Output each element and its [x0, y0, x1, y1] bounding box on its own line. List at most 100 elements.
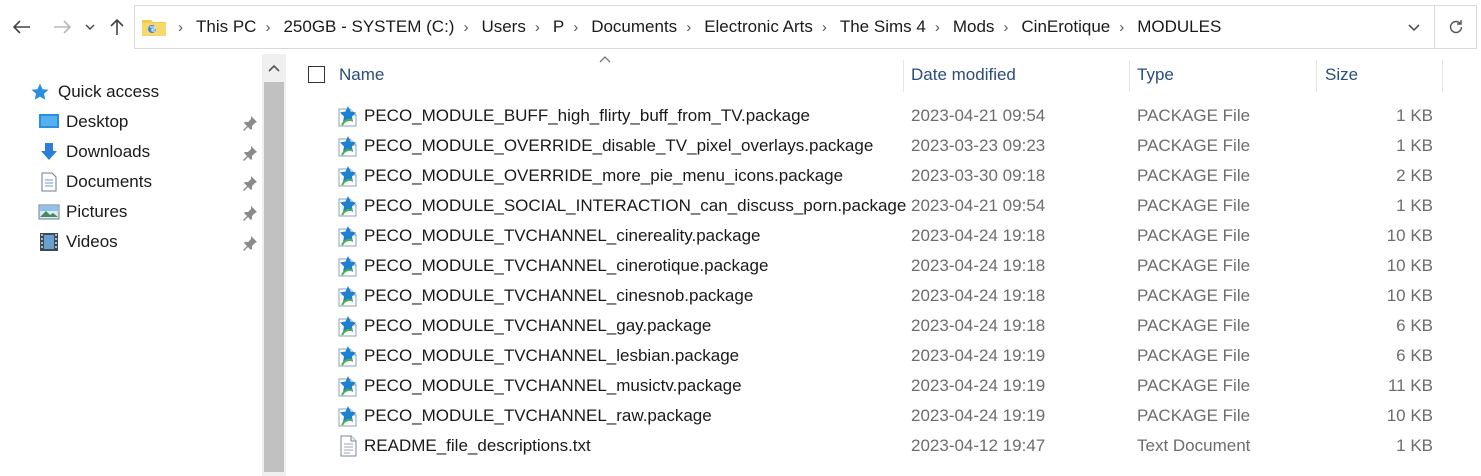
column-divider[interactable] [1129, 60, 1130, 92]
file-row[interactable]: PECO_MODULE_TVCHANNEL_musictv.package 20… [290, 371, 1481, 401]
file-row[interactable]: PECO_MODULE_TVCHANNEL_cinerotique.packag… [290, 251, 1481, 281]
file-type: PACKAGE File [1137, 226, 1251, 245]
nav-label: Videos [66, 232, 118, 251]
nav-item-documents[interactable]: Documents [38, 167, 152, 197]
nav-item-downloads[interactable]: Downloads [38, 137, 150, 167]
folder-icon [139, 12, 169, 42]
breadcrumb-item[interactable]: Electronic Arts [704, 17, 813, 37]
breadcrumb-separator[interactable]: › [178, 19, 183, 36]
star-icon [30, 82, 52, 102]
file-name: PECO_MODULE_BUFF_high_flirty_buff_from_T… [364, 106, 810, 125]
column-header-size[interactable]: Size [1325, 54, 1435, 96]
file-size: 10 KB [1386, 406, 1433, 425]
column-header-name[interactable]: Name [339, 54, 899, 96]
file-type: PACKAGE File [1137, 196, 1251, 215]
column-header-type[interactable]: Type [1137, 54, 1317, 96]
breadcrumb-item[interactable]: The Sims 4 [840, 17, 926, 37]
breadcrumb-separator[interactable]: › [535, 19, 540, 36]
up-button[interactable] [104, 12, 130, 42]
file-name: PECO_MODULE_TVCHANNEL_cinerotique.packag… [364, 256, 769, 275]
address-history-button[interactable] [1402, 16, 1426, 40]
file-type: PACKAGE File [1137, 166, 1251, 185]
breadcrumb-separator[interactable]: › [822, 19, 827, 36]
column-divider[interactable] [1316, 60, 1317, 92]
breadcrumb-separator[interactable]: › [463, 19, 468, 36]
breadcrumb-separator[interactable]: › [573, 19, 578, 36]
pin-icon[interactable] [242, 205, 258, 221]
file-date-modified: 2023-03-30 09:18 [911, 166, 1046, 185]
breadcrumb-item[interactable]: MODULES [1137, 17, 1221, 37]
file-date-modified: 2023-04-24 19:18 [911, 256, 1046, 275]
pin-icon[interactable] [242, 175, 258, 191]
file-date-modified: 2023-04-24 19:18 [911, 226, 1046, 245]
file-type: PACKAGE File [1137, 106, 1251, 125]
breadcrumb-item[interactable]: Users [481, 17, 525, 37]
file-row[interactable]: PECO_MODULE_SOCIAL_INTERACTION_can_discu… [290, 191, 1481, 221]
file-row[interactable]: PECO_MODULE_OVERRIDE_disable_TV_pixel_ov… [290, 131, 1481, 161]
pin-icon[interactable] [242, 145, 258, 161]
breadcrumb-separator[interactable]: › [686, 19, 691, 36]
file-size: 10 KB [1386, 226, 1433, 245]
back-button[interactable] [8, 12, 36, 42]
file-size: 6 KB [1396, 346, 1433, 365]
file-list: Name Date modified Type Size PECO_MODULE… [290, 54, 1481, 476]
file-row[interactable]: PECO_MODULE_TVCHANNEL_raw.package 2023-0… [290, 401, 1481, 431]
file-row[interactable]: PECO_MODULE_BUFF_high_flirty_buff_from_T… [290, 101, 1481, 131]
select-all-checkbox[interactable] [308, 66, 325, 83]
breadcrumb-item[interactable]: Mods [953, 17, 995, 37]
file-date-modified: 2023-03-23 09:23 [911, 136, 1046, 155]
file-size: 10 KB [1386, 256, 1433, 275]
file-date-modified: 2023-04-24 19:18 [911, 316, 1046, 335]
nav-item-quick-access[interactable]: Quick access [30, 77, 159, 107]
breadcrumb-separator[interactable]: › [1119, 19, 1124, 36]
breadcrumb-separator[interactable]: › [1003, 19, 1008, 36]
scroll-up-button[interactable] [262, 56, 286, 80]
address-bar[interactable]: › This PC › 250GB - SYSTEM (C:) › Users … [134, 5, 1435, 49]
file-row[interactable]: PECO_MODULE_TVCHANNEL_cinesnob.package 2… [290, 281, 1481, 311]
file-row[interactable]: PECO_MODULE_TVCHANNEL_gay.package 2023-0… [290, 311, 1481, 341]
breadcrumb-item[interactable]: CinErotique [1021, 17, 1110, 37]
pin-icon[interactable] [242, 235, 258, 251]
navigation-bar: › This PC › 250GB - SYSTEM (C:) › Users … [0, 0, 1481, 54]
file-date-modified: 2023-04-24 19:19 [911, 406, 1046, 425]
file-name: PECO_MODULE_TVCHANNEL_raw.package [364, 406, 712, 425]
nav-label: Quick access [58, 82, 160, 101]
file-size: 1 KB [1396, 136, 1433, 155]
arrow-left-icon [13, 20, 30, 34]
file-name: README_file_descriptions.txt [364, 436, 591, 455]
file-type: PACKAGE File [1137, 346, 1251, 365]
file-type: PACKAGE File [1137, 376, 1251, 395]
breadcrumb-item[interactable]: P [553, 17, 564, 37]
file-size: 10 KB [1386, 286, 1433, 305]
breadcrumb-separator[interactable]: › [265, 19, 270, 36]
nav-item-pictures[interactable]: Pictures [38, 197, 127, 227]
videos-icon [38, 232, 60, 252]
column-divider[interactable] [1442, 60, 1443, 92]
breadcrumb-item[interactable]: 250GB - SYSTEM (C:) [283, 17, 454, 37]
package-icon [336, 135, 360, 157]
forward-button[interactable] [48, 12, 76, 42]
file-row[interactable]: PECO_MODULE_TVCHANNEL_lesbian.package 20… [290, 341, 1481, 371]
file-name: PECO_MODULE_TVCHANNEL_gay.package [364, 316, 712, 335]
pin-icon[interactable] [242, 115, 258, 131]
breadcrumb-item[interactable]: Documents [591, 17, 677, 37]
scrollbar-thumb[interactable] [264, 82, 284, 472]
column-header-date[interactable]: Date modified [911, 54, 1126, 96]
file-type: PACKAGE File [1137, 316, 1251, 335]
file-row[interactable]: README_file_descriptions.txt 2023-04-12 … [290, 431, 1481, 461]
chevron-down-icon [1408, 24, 1420, 32]
nav-label: Downloads [66, 142, 151, 161]
file-row[interactable]: PECO_MODULE_TVCHANNEL_cinereality.packag… [290, 221, 1481, 251]
file-row[interactable]: PECO_MODULE_OVERRIDE_more_pie_menu_icons… [290, 161, 1481, 191]
recent-locations-button[interactable] [82, 12, 98, 42]
nav-item-videos[interactable]: Videos [38, 227, 118, 257]
arrow-right-icon [54, 20, 71, 34]
file-date-modified: 2023-04-21 09:54 [911, 196, 1046, 215]
breadcrumb-separator[interactable]: › [935, 19, 940, 36]
refresh-button[interactable] [1435, 5, 1477, 49]
breadcrumb-item[interactable]: This PC [196, 17, 256, 37]
file-name: PECO_MODULE_TVCHANNEL_lesbian.package [364, 346, 740, 365]
nav-item-desktop[interactable]: Desktop [38, 107, 128, 137]
file-type: Text Document [1137, 436, 1251, 455]
column-divider[interactable] [903, 60, 904, 92]
